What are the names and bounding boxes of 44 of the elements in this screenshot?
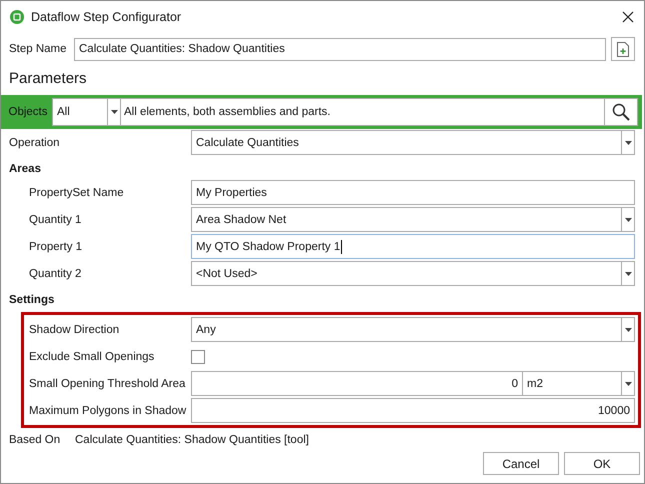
dialog-button[interactable]: Cancel (483, 452, 559, 475)
search-icon (612, 103, 630, 121)
window-title: Dataflow Step Configurator (31, 10, 182, 24)
number-field[interactable]: 0 (191, 371, 523, 396)
search-button[interactable] (604, 98, 638, 126)
field-label: Maximum Polygons in Shadow (28, 404, 188, 416)
based-on-value: Calculate Quantities: Shadow Quantities [tool] (75, 434, 309, 446)
dialog-button[interactable]: OK (564, 452, 640, 475)
caret-icon (624, 382, 632, 386)
checkbox[interactable] (191, 350, 205, 364)
text-field[interactable]: My Properties (191, 180, 635, 205)
new-document-button[interactable] (611, 37, 635, 61)
field-label: Property 1 (28, 240, 84, 252)
number-field[interactable]: 10000 (191, 398, 635, 423)
dropdown[interactable]: <Not Used> (191, 261, 635, 286)
caret-icon (110, 110, 118, 114)
parameters-heading: Parameters (9, 70, 88, 89)
field-label: Shadow Direction (28, 324, 120, 336)
dropdown[interactable]: Any (191, 317, 635, 342)
close-icon[interactable] (622, 11, 634, 23)
step-name-label: Step Name (9, 43, 68, 55)
objects-filter-dropdown[interactable]: All (52, 98, 121, 126)
caret-icon (624, 218, 632, 222)
field-label: PropertySet Name (28, 186, 125, 198)
unit-dropdown[interactable]: m2 (523, 371, 635, 396)
objects-description-field[interactable]: All elements, both assemblies and parts. (121, 98, 604, 126)
dropdown[interactable]: Area Shadow Net (191, 207, 635, 232)
operation-label: Operation (9, 136, 61, 148)
objects-label: Objects (8, 106, 48, 118)
app-icon (10, 10, 24, 24)
based-on-label: Based On (9, 434, 62, 446)
step-name-field[interactable]: Calculate Quantities: Shadow Quantities (74, 38, 606, 60)
field-label: Small Opening Threshold Area (28, 378, 186, 390)
caret-icon (624, 140, 632, 144)
operation-dropdown[interactable]: Calculate Quantities (191, 130, 635, 155)
field-label: Quantity 2 (28, 268, 82, 280)
text-field[interactable]: My QTO Shadow Property 1 (191, 234, 635, 259)
caret-icon (624, 272, 632, 276)
caret-icon (624, 328, 632, 332)
section-heading: Areas (9, 162, 42, 177)
new-document-icon (617, 42, 629, 56)
field-label: Quantity 1 (28, 214, 82, 226)
section-heading: Settings (9, 293, 56, 308)
field-label: Exclude Small Openings (28, 350, 156, 362)
